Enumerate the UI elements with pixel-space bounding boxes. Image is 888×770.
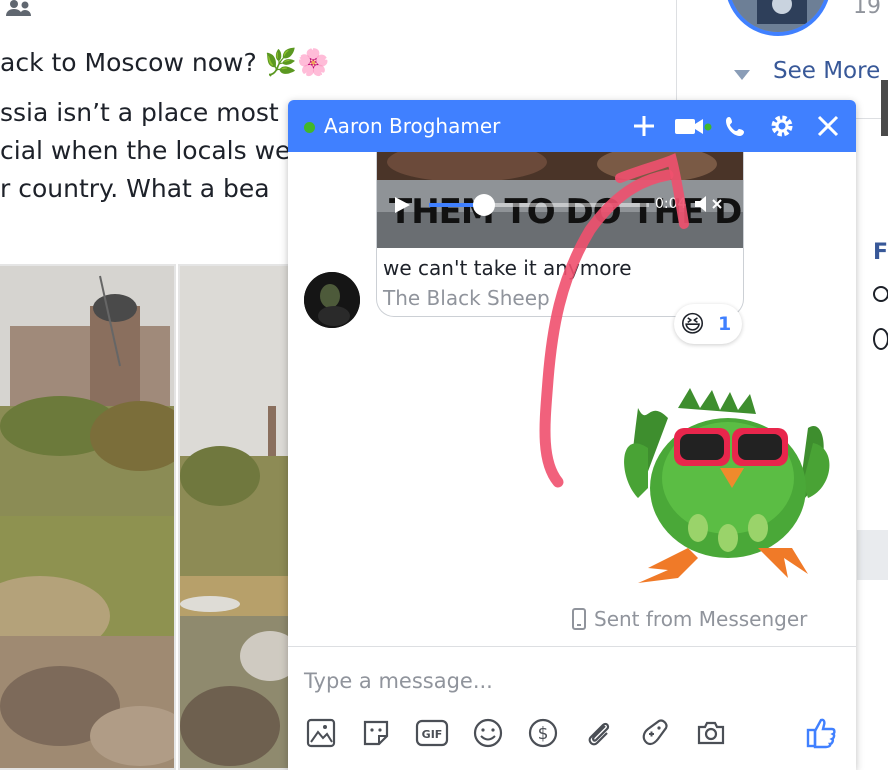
post-photo-2[interactable] bbox=[178, 264, 290, 770]
chat-header[interactable]: Aaron Broghamer bbox=[288, 100, 856, 152]
contact-name[interactable]: Aaron Broghamer bbox=[324, 114, 500, 138]
post-photo-1[interactable] bbox=[0, 264, 176, 770]
message-input[interactable]: Type a message... bbox=[304, 669, 493, 693]
friend-count: 19 bbox=[853, 0, 881, 19]
games-icon[interactable] bbox=[638, 716, 672, 750]
composer-divider bbox=[288, 646, 856, 647]
chevron-down-icon[interactable] bbox=[733, 66, 751, 80]
gear-icon[interactable] bbox=[766, 110, 798, 142]
payment-icon[interactable]: $ bbox=[526, 716, 560, 750]
attachment-icon[interactable] bbox=[582, 716, 616, 750]
emoji-icon[interactable] bbox=[471, 716, 505, 750]
owl-sticker[interactable] bbox=[608, 388, 836, 588]
link-source[interactable]: The Black Sheep bbox=[383, 286, 550, 310]
play-icon[interactable] bbox=[393, 196, 411, 214]
friends-icon bbox=[4, 0, 34, 18]
blossom-emoji: 🌸 bbox=[297, 48, 330, 78]
online-indicator bbox=[304, 122, 315, 133]
post-text-line-4: r country. What a bea bbox=[0, 174, 270, 203]
video-call-icon[interactable] bbox=[672, 110, 712, 142]
phone-icon[interactable] bbox=[720, 110, 752, 142]
scrollbar[interactable] bbox=[881, 80, 888, 136]
herb-emoji: 🌿 bbox=[264, 48, 298, 78]
laughing-emoji-icon: 😆 bbox=[680, 310, 706, 338]
comment-icon bbox=[873, 286, 888, 302]
video-progress-track[interactable] bbox=[429, 194, 649, 216]
reaction-badge[interactable]: 😆 1 bbox=[674, 304, 742, 344]
sender-avatar[interactable] bbox=[304, 272, 360, 328]
reaction-count: 1 bbox=[718, 313, 732, 335]
svg-text:$: $ bbox=[538, 724, 549, 744]
gif-icon[interactable]: GIF bbox=[415, 716, 449, 750]
video-time: 0:04 bbox=[655, 196, 687, 212]
profile-icon bbox=[873, 328, 888, 350]
like-thumb-icon[interactable] bbox=[804, 716, 838, 750]
sidebar-initial: F bbox=[873, 240, 888, 265]
mobile-phone-icon bbox=[572, 608, 586, 630]
sticker-icon[interactable] bbox=[359, 716, 393, 750]
video-overlay-text: THEM TO DO THE DISHES bbox=[389, 192, 743, 232]
video-player[interactable]: THEM TO DO THE DISHES 0:04 bbox=[377, 152, 743, 248]
mute-icon[interactable] bbox=[693, 194, 725, 214]
sidebar-panel bbox=[857, 530, 888, 580]
link-title[interactable]: we can't take it anymore bbox=[383, 256, 632, 280]
post-text-line-1: ack to Moscow now? bbox=[0, 48, 257, 77]
camera-icon[interactable] bbox=[694, 716, 728, 750]
see-more-link[interactable]: See More bbox=[773, 58, 880, 84]
post-text-line-2: ssia isn’t a place most bbox=[0, 98, 279, 127]
shared-video-card[interactable]: THEM TO DO THE DISHES 0:04 we can't take… bbox=[376, 152, 744, 317]
close-icon[interactable] bbox=[812, 110, 844, 142]
avatar[interactable] bbox=[725, 0, 831, 36]
video-progress-handle[interactable] bbox=[473, 194, 495, 216]
sent-from-label: Sent from Messenger bbox=[594, 607, 808, 631]
chat-window: Aaron Broghamer THEM TO DO THE DISH bbox=[288, 100, 856, 770]
svg-text:GIF: GIF bbox=[422, 728, 443, 741]
photo-icon[interactable] bbox=[304, 716, 338, 750]
post-text-line: ack to Moscow now? 🌿🌸 bbox=[0, 44, 329, 82]
post-text-line-3: cial when the locals we bbox=[0, 136, 291, 165]
add-people-icon[interactable] bbox=[628, 110, 660, 142]
